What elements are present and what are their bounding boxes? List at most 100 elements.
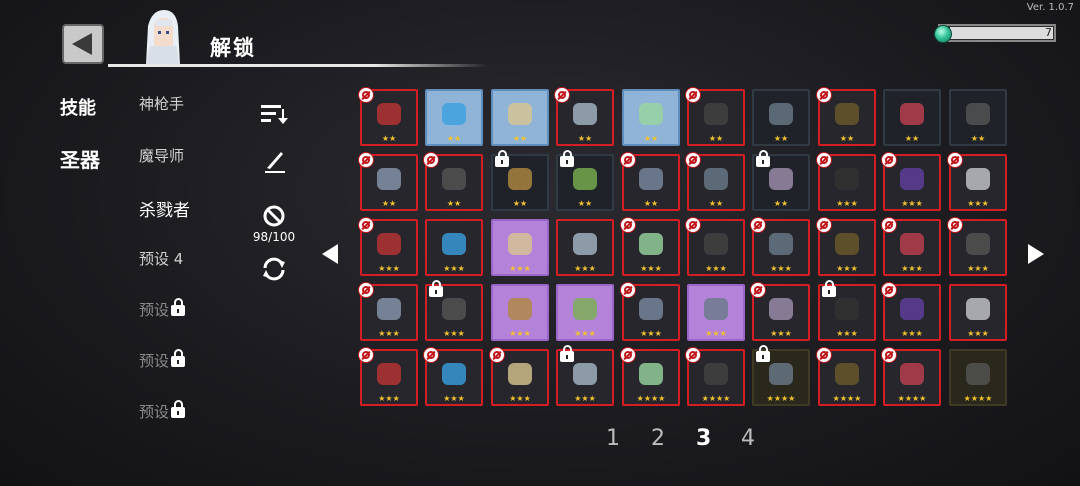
tab-relics[interactable]: 圣器 bbox=[60, 144, 100, 173]
relic-slot[interactable]: ★★ bbox=[883, 89, 941, 146]
refresh-button[interactable] bbox=[258, 254, 290, 284]
relic-slot[interactable]: ★★ bbox=[556, 150, 614, 211]
relic-slot[interactable]: ★★★ bbox=[881, 217, 941, 276]
ban-badge-icon bbox=[620, 217, 636, 233]
lock-icon bbox=[560, 345, 574, 362]
ban-badge-icon bbox=[620, 282, 636, 298]
relic-slot[interactable]: ★★★ bbox=[881, 282, 941, 341]
ban-badge-icon bbox=[881, 152, 897, 168]
relic-slot[interactable]: ★★★ bbox=[556, 345, 614, 406]
relic-stars: ★★★ bbox=[901, 264, 923, 273]
relic-slot[interactable]: ★★★★ bbox=[620, 347, 680, 406]
preset-item-7[interactable]: 预设 bbox=[139, 400, 186, 422]
relic-slot[interactable]: ★★★ bbox=[947, 152, 1007, 211]
relic-slot[interactable]: ★★ bbox=[358, 87, 418, 146]
page-1[interactable]: 1 bbox=[606, 426, 620, 451]
relic-slot[interactable]: ★★★ bbox=[620, 282, 680, 341]
relic-slot[interactable]: ★★ bbox=[491, 150, 549, 211]
ban-badge-icon bbox=[816, 87, 832, 103]
relic-slot[interactable]: ★★★★ bbox=[816, 347, 876, 406]
relic-slot[interactable]: ★★★ bbox=[491, 219, 549, 276]
preset-item-6[interactable]: 预设 bbox=[139, 349, 186, 371]
relic-slot[interactable]: ★★★ bbox=[491, 284, 549, 341]
lock-icon bbox=[756, 150, 770, 167]
preset-item-label: 预设 bbox=[139, 352, 170, 370]
relic-slot[interactable]: ★★★ bbox=[556, 219, 614, 276]
relic-slot[interactable]: ★★★ bbox=[818, 280, 876, 341]
back-button[interactable] bbox=[62, 24, 104, 64]
next-page-arrow-icon[interactable] bbox=[1028, 244, 1044, 264]
disable-button[interactable] bbox=[260, 202, 288, 230]
ban-badge-icon bbox=[685, 347, 701, 363]
relic-slot[interactable]: ★★ bbox=[685, 152, 745, 211]
relic-slot[interactable]: ★★ bbox=[423, 152, 483, 211]
ban-badge-icon bbox=[620, 347, 636, 363]
relic-slot[interactable]: ★★★ bbox=[489, 347, 549, 406]
gem-icon bbox=[934, 25, 952, 43]
relic-slot[interactable]: ★★ bbox=[491, 89, 549, 146]
prev-page-arrow-icon[interactable] bbox=[322, 244, 338, 264]
relic-slot[interactable]: ★★★★ bbox=[881, 347, 941, 406]
page-4[interactable]: 4 bbox=[741, 426, 755, 451]
relic-slot[interactable]: ★★ bbox=[816, 87, 876, 146]
ban-badge-icon bbox=[685, 217, 701, 233]
relic-stars: ★★★★ bbox=[832, 394, 862, 403]
relic-stars: ★★★ bbox=[770, 264, 792, 273]
relic-slot[interactable]: ★★ bbox=[752, 150, 810, 211]
preset-item-4[interactable]: 预设 4 bbox=[139, 248, 183, 269]
relic-slot[interactable]: ★★★ bbox=[556, 284, 614, 341]
relic-stars: ★★★ bbox=[443, 264, 465, 273]
crystal-relic-icon bbox=[769, 168, 793, 191]
branch-relic-icon bbox=[704, 363, 728, 386]
preset-item-3[interactable]: 杀戮者 bbox=[139, 196, 190, 221]
page-3[interactable]: 3 bbox=[696, 426, 711, 451]
medkit-relic-icon bbox=[573, 298, 597, 321]
dagger-relic-icon bbox=[377, 363, 401, 386]
ban-badge-icon bbox=[685, 152, 701, 168]
relic-slot[interactable]: ★★ bbox=[620, 152, 680, 211]
relic-slot[interactable]: ★★★ bbox=[423, 347, 483, 406]
page-2[interactable]: 2 bbox=[651, 426, 665, 451]
ban-badge-icon bbox=[881, 217, 897, 233]
relic-slot[interactable]: ★★★★ bbox=[752, 345, 810, 406]
lock-icon bbox=[560, 150, 574, 167]
relic-slot[interactable]: ★★★ bbox=[750, 217, 810, 276]
relic-slot[interactable]: ★★★ bbox=[947, 217, 1007, 276]
sort-icon bbox=[261, 105, 288, 124]
preset-item-5[interactable]: 预设 bbox=[139, 298, 186, 320]
relic-slot[interactable]: ★★★ bbox=[750, 282, 810, 341]
relic-slot[interactable]: ★★ bbox=[949, 89, 1007, 146]
relic-slot[interactable]: ★★ bbox=[358, 152, 418, 211]
edit-button[interactable] bbox=[258, 146, 290, 176]
relic-slot[interactable]: ★★★ bbox=[620, 217, 680, 276]
spellbook-relic-icon bbox=[900, 168, 924, 191]
relic-slot[interactable]: ★★ bbox=[425, 89, 483, 146]
relic-slot[interactable]: ★★ bbox=[752, 89, 810, 146]
relic-slot[interactable]: ★★★ bbox=[881, 152, 941, 211]
preset-item-2[interactable]: 魔导师 bbox=[139, 145, 184, 166]
relic-slot[interactable]: ★★★ bbox=[358, 347, 418, 406]
relic-stars: ★★ bbox=[577, 134, 593, 143]
relic-slot[interactable]: ★★★★ bbox=[949, 349, 1007, 406]
egg-nest-relic-icon bbox=[639, 103, 663, 126]
relic-slot[interactable]: ★★★ bbox=[949, 284, 1007, 341]
relic-stars: ★★★ bbox=[509, 394, 531, 403]
relic-slot[interactable]: ★★ bbox=[554, 87, 614, 146]
relic-slot[interactable]: ★★ bbox=[622, 89, 680, 146]
pie-relic-icon bbox=[508, 233, 532, 256]
relic-slot[interactable]: ★★ bbox=[685, 87, 745, 146]
relic-slot[interactable]: ★★★ bbox=[687, 284, 745, 341]
relic-slot[interactable]: ★★★ bbox=[425, 219, 483, 276]
relic-slot[interactable]: ★★★ bbox=[358, 217, 418, 276]
sort-button[interactable] bbox=[258, 100, 290, 128]
relic-slot[interactable]: ★★★ bbox=[425, 280, 483, 341]
relic-slot[interactable]: ★★★ bbox=[816, 152, 876, 211]
relic-slot[interactable]: ★★★ bbox=[816, 217, 876, 276]
relic-slot[interactable]: ★★★★ bbox=[685, 347, 745, 406]
tab-skills[interactable]: 技能 bbox=[60, 94, 96, 120]
relic-slot[interactable]: ★★★ bbox=[358, 282, 418, 341]
relic-stars: ★★★ bbox=[443, 329, 465, 338]
relic-stars: ★★ bbox=[839, 134, 855, 143]
relic-slot[interactable]: ★★★ bbox=[685, 217, 745, 276]
preset-item-1[interactable]: 神枪手 bbox=[139, 93, 184, 114]
